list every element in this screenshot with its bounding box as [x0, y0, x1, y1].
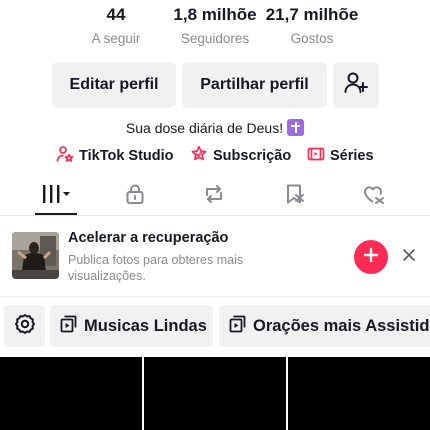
- tiktok-studio-link[interactable]: TikTok Studio: [56, 145, 174, 167]
- series-icon: [307, 145, 330, 167]
- playlist-chip[interactable]: Orações mais Assistidas: [219, 305, 430, 347]
- promo-title: Acelerar a recuperação: [68, 230, 229, 246]
- section-divider: [0, 296, 430, 297]
- playlists-row: Musicas Lindas Orações mais Assistidas: [0, 305, 430, 349]
- video-thumbnail[interactable]: [144, 357, 286, 430]
- tab-favorites[interactable]: [265, 178, 325, 214]
- tiktok-studio-label: TikTok Studio: [79, 148, 174, 164]
- bio-text: Sua dose diária de Deus!: [125, 120, 284, 136]
- promo-close-button[interactable]: [398, 246, 420, 268]
- playlist-icon: [219, 315, 253, 338]
- following-label: A seguir: [91, 31, 141, 46]
- series-label: Séries: [330, 148, 374, 164]
- favorites-bookmark-icon: [283, 183, 307, 210]
- playlist-settings-button[interactable]: [4, 305, 45, 347]
- followers-label: Seguidores: [180, 31, 250, 46]
- active-tab-indicator: [35, 213, 77, 215]
- promo-thumbnail: [12, 232, 59, 279]
- lock-icon: [124, 183, 146, 210]
- video-thumbnail[interactable]: [0, 357, 142, 430]
- following-stat[interactable]: 44 A seguir: [66, 4, 166, 48]
- followers-count: 1,8 milhõe: [173, 5, 257, 24]
- likes-stat[interactable]: 21,7 milhõe Gostos: [262, 4, 362, 48]
- liked-heart-icon: [362, 183, 386, 210]
- playlist-icon: [50, 315, 84, 338]
- subscription-label: Subscrição: [213, 148, 292, 164]
- subscription-link[interactable]: Subscrição: [190, 145, 291, 167]
- profile-links: TikTok Studio Subscrição Séries: [0, 145, 430, 165]
- add-friend-button[interactable]: [333, 62, 379, 108]
- playlist-chip[interactable]: Musicas Lindas: [50, 305, 213, 347]
- likes-count: 21,7 milhõe: [265, 5, 359, 24]
- tab-videos[interactable]: [27, 178, 87, 214]
- promo-description: Publica fotos para obteres mais visualiz…: [68, 253, 244, 283]
- subscription-icon: [190, 145, 213, 167]
- playlist-label: Musicas Lindas: [84, 316, 207, 335]
- profile-tabs: [0, 178, 430, 216]
- tab-liked[interactable]: [344, 178, 404, 214]
- tab-reposts[interactable]: [184, 178, 244, 214]
- boost-promo-banner: Acelerar a recuperação Publica fotos par…: [0, 218, 430, 294]
- video-grid: [0, 357, 430, 430]
- following-count: 44: [106, 5, 126, 24]
- videos-grid-icon: [40, 183, 74, 210]
- add-user-icon: [343, 70, 369, 101]
- tab-private[interactable]: [105, 178, 165, 214]
- plus-icon: [363, 247, 379, 268]
- followers-stat[interactable]: 1,8 milhõe Seguidores: [165, 4, 265, 48]
- repost-icon: [202, 183, 226, 210]
- video-thumbnail[interactable]: [288, 357, 430, 430]
- playlist-label: Orações mais Assistidas: [253, 316, 430, 335]
- likes-label: Gostos: [290, 31, 334, 46]
- promo-add-button[interactable]: [354, 240, 388, 274]
- latin-cross-emoji-icon: [287, 119, 305, 136]
- share-profile-button[interactable]: Partilhar perfil: [182, 62, 327, 108]
- profile-stats: 44 A seguir 1,8 milhõe Seguidores 21,7 m…: [0, 4, 430, 52]
- person-star-icon: [56, 145, 79, 167]
- gear-icon: [14, 313, 36, 340]
- close-icon: [403, 248, 415, 266]
- profile-bio: Sua dose diária de Deus!: [0, 119, 430, 136]
- edit-profile-button[interactable]: Editar perfil: [52, 62, 176, 108]
- series-link[interactable]: Séries: [307, 145, 374, 167]
